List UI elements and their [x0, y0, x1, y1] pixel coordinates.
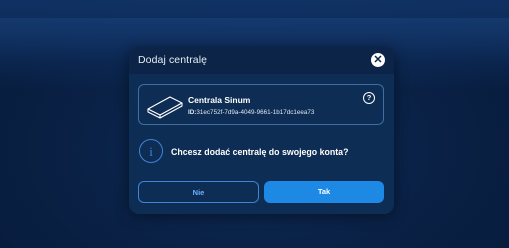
info-icon: i — [139, 139, 163, 163]
device-card: Centrala Sinum ID:31ec752f-7d9a-4049-966… — [138, 84, 384, 125]
app-background: Dodaj centralę ✕ Centrala Sinum ID:31ec7… — [0, 0, 509, 248]
device-id: ID:31ec752f-7d9a-4049-9661-1b17dc1eea73 — [188, 109, 314, 116]
add-hub-dialog: Dodaj centralę ✕ Centrala Sinum ID:31ec7… — [129, 47, 394, 214]
yes-button[interactable]: Tak — [264, 181, 384, 203]
no-button[interactable]: Nie — [138, 181, 259, 203]
dialog-header: Dodaj centralę ✕ — [129, 47, 394, 74]
close-icon: ✕ — [373, 54, 383, 66]
confirmation-question: Chcesz dodać centralę do swojego konta? — [171, 147, 349, 157]
help-icon[interactable]: ? — [363, 92, 375, 104]
device-id-value: 31ec752f-7d9a-4049-9661-1b17dc1eea73 — [196, 109, 315, 116]
device-name: Centrala Sinum — [188, 95, 251, 105]
router-device-icon — [147, 96, 183, 119]
help-glyph: ? — [366, 93, 372, 102]
close-button[interactable]: ✕ — [371, 53, 385, 67]
info-glyph: i — [149, 144, 153, 159]
dialog-title: Dodaj centralę — [138, 54, 208, 66]
